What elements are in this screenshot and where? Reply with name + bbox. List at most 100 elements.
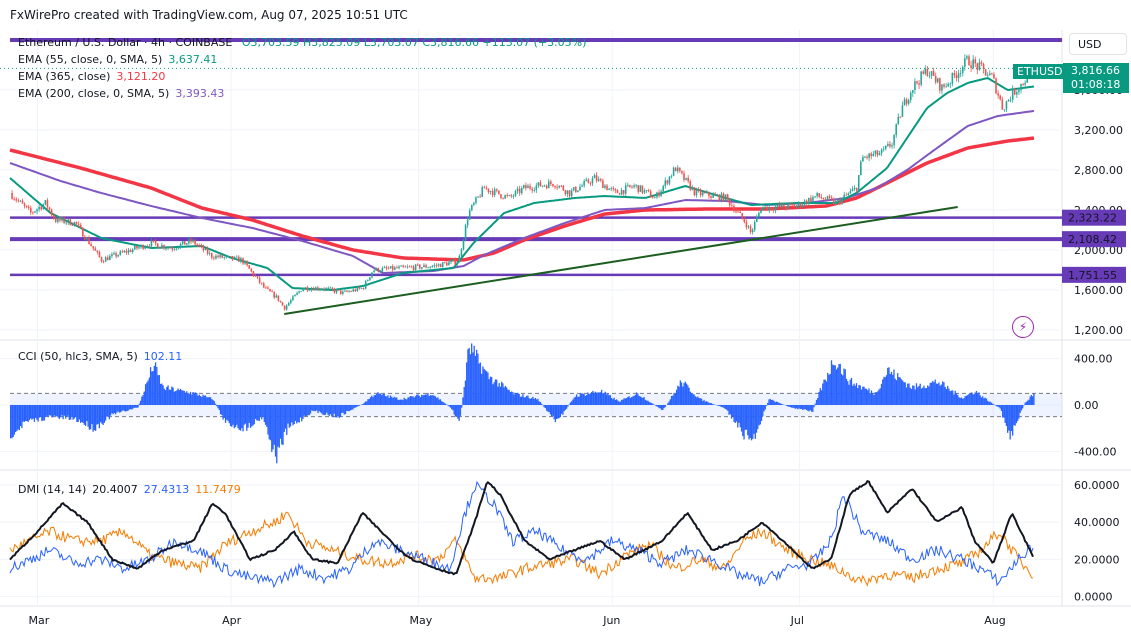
cci-bar [91,405,93,425]
candle [512,195,515,197]
cci-bar [272,405,274,450]
cci-bar [47,405,49,418]
ohlc-values: O3,703.59 H3,825.09 L3,703.07 C3,816.66 … [241,36,587,49]
cci-bar [590,392,593,405]
cci-bar [281,405,283,445]
cci-bar [857,388,859,405]
cci-bar [902,380,904,405]
cci-bar [143,391,145,405]
cci-bar [101,405,103,424]
candle [400,265,402,267]
cci-bar [514,392,517,405]
cci-bar [114,405,117,415]
candle [217,255,219,258]
cci-bar [454,405,457,417]
cci-bar [794,405,796,409]
ema200-value: 3,393.43 [175,87,225,100]
cci-bar [1005,405,1008,426]
cci-bar [349,405,352,411]
cci-bar [367,399,369,405]
candle [339,290,342,294]
symbol-legend[interactable]: Ethereum / U.S. Dollar · 4h · COINBASE O… [18,36,586,49]
symbol-tag: ETHUSD [1013,64,1067,79]
cci-bar [188,393,190,405]
ema55-legend[interactable]: EMA (55, close, 0, SMA, 5) 3,637.41 [18,53,217,66]
candle [229,256,232,257]
cci-bar [810,405,813,412]
cci-bar [433,395,435,405]
candle [645,190,648,192]
cci-bar [118,405,120,413]
cci-bar [898,376,900,405]
candle [50,209,53,215]
cci-bar [849,379,851,405]
candle [758,212,760,217]
cci-bar [222,405,224,420]
candle [851,188,854,192]
candle [662,186,665,192]
dmi-legend[interactable]: DMI (14, 14) 20.4007 27.4313 11.7479 [18,483,241,496]
cci-bar [87,405,89,427]
candle [267,287,269,289]
cci-bar [958,397,960,405]
cci-bar [163,388,165,405]
cci-bar [273,405,275,445]
candle [772,209,775,211]
cci-bar [112,405,114,415]
cci-bar [102,405,104,425]
cci-bar [972,394,974,405]
cci-bar [1014,405,1016,426]
candle [144,246,147,249]
candle [1005,101,1008,110]
cci-bar [712,404,714,405]
candle [84,236,86,240]
cci-bar [609,395,612,405]
cci-bar [912,385,914,405]
cci-bar [282,405,284,446]
candle [106,257,109,261]
cci-legend[interactable]: CCI (50, hlc3, SMA, 5) 102.11 [18,350,182,363]
candle [808,197,810,204]
candle [435,265,438,266]
candle [589,182,592,184]
candle [889,143,891,147]
cci-bar [213,401,215,405]
ema365-legend[interactable]: EMA (365, close) 3,121.20 [18,70,165,83]
lightning-icon[interactable]: ⚡ [1012,316,1034,338]
cci-bar [84,405,87,427]
cci-bar [649,402,651,405]
cci-bar [31,405,33,420]
x-tick-label: Aug [984,614,1005,627]
cci-bar [842,375,844,405]
candle [379,271,382,272]
cci-bar [600,389,603,405]
ema-line-ema365 [9,136,1035,262]
ema200-legend[interactable]: EMA (200, close, 0, SMA, 5) 3,393.43 [18,87,224,100]
cci-bar [742,405,744,437]
cci-bar [922,387,924,405]
cci-bar [995,405,998,407]
y-tick-label: 1,600.00 [1074,284,1123,297]
candle [63,217,65,223]
cci-bar [1002,405,1004,418]
cci-bar [537,398,539,405]
cci-bar [508,389,510,405]
candle [976,63,979,70]
candle [192,240,194,242]
cci-bar [752,405,754,439]
candle [991,73,993,75]
candle [489,191,492,192]
cci-bar [262,405,264,417]
candle [285,305,288,310]
cci-bar [294,405,297,421]
cci-bar [833,365,835,405]
candle [208,253,211,254]
cci-bar [219,405,222,415]
cci-bar [724,405,726,409]
candle [649,191,652,198]
cci-bar [533,398,535,405]
currency-selector[interactable]: USD [1069,33,1127,55]
cci-bar [138,403,140,405]
cci-bar [552,405,554,416]
candle [756,216,758,222]
